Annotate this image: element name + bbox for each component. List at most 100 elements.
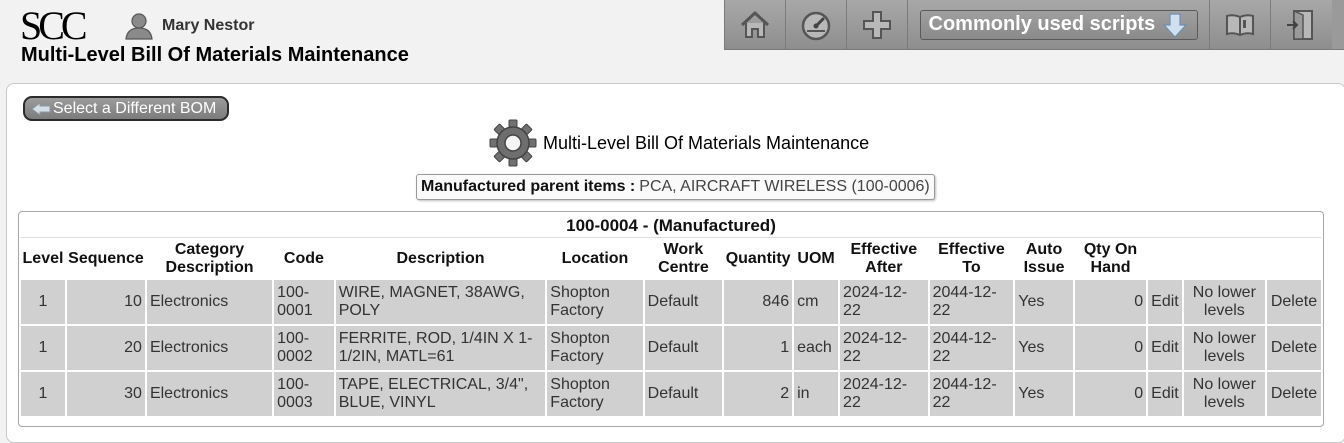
book-icon [1226, 13, 1254, 36]
cell-auto-issue: Yes [1015, 372, 1073, 416]
user-info: Mary Nestor [124, 12, 254, 40]
cell-uom: in [794, 372, 839, 416]
cell-auto-issue: Yes [1015, 326, 1073, 370]
app-header: SCC Mary Nestor Multi-Level Bill Of Mate… [0, 0, 1344, 82]
page-title: Multi-Level Bill Of Materials Maintenanc… [21, 44, 409, 66]
cell-location: Shopton Factory [547, 326, 643, 370]
col-header-effective-after: Effective After [850, 241, 918, 276]
bom-table: 100-0004 - (Manufactured) Level Sequence… [19, 212, 1323, 418]
cell-uom: each [794, 326, 839, 370]
cell-effective-after: 2024-12-22 [840, 372, 928, 416]
home-button[interactable] [725, 0, 786, 49]
cell-location: Shopton Factory [547, 372, 643, 416]
cell-level: 1 [21, 280, 65, 324]
edit-link[interactable]: Edit [1148, 280, 1182, 324]
col-header-code: Code [283, 250, 324, 267]
delete-link[interactable]: Delete [1266, 372, 1321, 416]
scripts-label: Commonly used scripts [928, 13, 1156, 35]
table-caption-row: 100-0004 - (Manufactured) [21, 214, 1321, 238]
user-name: Mary Nestor [162, 17, 255, 34]
col-header-auto-issue: Auto Issue [1023, 241, 1065, 276]
no-lower-levels-text: No lower levels [1183, 280, 1265, 324]
cell-effective-to: 2044-12-22 [929, 326, 1014, 370]
cell-code: 100-0001 [274, 280, 334, 324]
toolbar: Commonly used scripts [724, 0, 1344, 50]
table-row: 1 20 Electronics 100-0002 FERRITE, ROD, … [21, 326, 1321, 370]
col-header-delete [1267, 240, 1321, 278]
commonly-used-scripts-dropdown[interactable]: Commonly used scripts [919, 9, 1198, 40]
cell-work-centre: Default [644, 326, 723, 370]
col-header-edit [1148, 240, 1182, 278]
cell-quantity: 1 [724, 326, 793, 370]
cell-effective-after: 2024-12-22 [840, 326, 928, 370]
col-header-level: Level [22, 250, 64, 267]
arrow-left-icon [31, 101, 51, 116]
table-caption: 100-0004 - (Manufactured) [21, 214, 1321, 238]
gear-icon [489, 119, 537, 167]
back-button-label: Select a Different BOM [53, 99, 217, 117]
cell-category: Electronics [146, 372, 273, 416]
cell-level: 1 [21, 372, 65, 416]
col-header-sequence: Sequence [68, 250, 144, 267]
table-header-row: Level Sequence Category Description Code… [21, 240, 1321, 278]
bom-table-container: 100-0004 - (Manufactured) Level Sequence… [18, 211, 1324, 427]
cell-code: 100-0002 [274, 326, 334, 370]
col-header-quantity: Quantity [725, 250, 791, 267]
cell-sequence: 30 [66, 372, 145, 416]
cell-effective-to: 2044-12-22 [929, 280, 1014, 324]
cell-sequence: 20 [66, 326, 145, 370]
cell-qty-on-hand: 0 [1074, 372, 1147, 416]
col-header-effective-to: Effective To [938, 241, 1005, 276]
logout-button[interactable] [1271, 0, 1332, 49]
edit-link[interactable]: Edit [1148, 326, 1182, 370]
select-different-bom-button[interactable]: Select a Different BOM [23, 96, 229, 121]
cell-uom: cm [794, 280, 839, 324]
help-book-button[interactable] [1210, 0, 1271, 49]
scripts-dropdown-area: Commonly used scripts [908, 0, 1210, 49]
cell-category: Electronics [146, 326, 273, 370]
cell-auto-issue: Yes [1015, 280, 1073, 324]
cell-quantity: 2 [724, 372, 793, 416]
parent-items-box: Manufactured parent items : PCA, AIRCRAF… [416, 174, 935, 200]
cell-location: Shopton Factory [547, 280, 643, 324]
cell-description: WIRE, MAGNET, 38AWG, POLY [335, 280, 546, 324]
dashboard-icon [801, 11, 831, 40]
cell-description: FERRITE, ROD, 1/4IN X 1-1/2IN, MATL=61 [335, 326, 546, 370]
col-header-work-centre: Work Centre [658, 241, 709, 276]
cell-qty-on-hand: 0 [1074, 280, 1147, 324]
cell-effective-to: 2044-12-22 [929, 372, 1014, 416]
dashboard-button[interactable] [786, 0, 847, 49]
arrow-down-icon [1162, 12, 1187, 38]
col-header-lower-levels [1184, 240, 1265, 278]
delete-link[interactable]: Delete [1266, 326, 1321, 370]
cell-effective-after: 2024-12-22 [840, 280, 928, 324]
parent-items-link[interactable]: PCA, AIRCRAFT WIRELESS (100-0006) [639, 178, 929, 196]
col-header-category: Category Description [165, 241, 254, 276]
col-header-uom: UOM [797, 250, 835, 267]
no-lower-levels-text: No lower levels [1183, 326, 1265, 370]
parent-items-label: Manufactured parent items : [421, 178, 636, 195]
exit-icon [1286, 9, 1313, 40]
table-row: 1 30 Electronics 100-0003 TAPE, ELECTRIC… [21, 372, 1321, 416]
user-icon [125, 13, 153, 40]
delete-link[interactable]: Delete [1266, 280, 1321, 324]
edit-link[interactable]: Edit [1148, 372, 1182, 416]
col-header-description: Description [396, 250, 485, 267]
table-row: 1 10 Electronics 100-0001 WIRE, MAGNET, … [21, 280, 1321, 324]
cell-work-centre: Default [644, 280, 723, 324]
cell-description: TAPE, ELECTRICAL, 3/4", BLUE, VINYL [335, 372, 546, 416]
plus-icon [863, 10, 891, 39]
logo: SCC [20, 3, 88, 48]
add-button[interactable] [847, 0, 908, 49]
cell-category: Electronics [146, 280, 273, 324]
home-icon [740, 11, 770, 38]
cell-quantity: 846 [724, 280, 793, 324]
cell-code: 100-0003 [274, 372, 334, 416]
cell-level: 1 [21, 326, 65, 370]
cell-sequence: 10 [66, 280, 145, 324]
cell-qty-on-hand: 0 [1074, 326, 1147, 370]
no-lower-levels-text: No lower levels [1183, 372, 1265, 416]
section-title: Multi-Level Bill Of Materials Maintenanc… [543, 132, 870, 153]
col-header-qty-on-hand: Qty On Hand [1083, 241, 1138, 276]
section-header: Multi-Level Bill Of Materials Maintenanc… [489, 118, 869, 168]
